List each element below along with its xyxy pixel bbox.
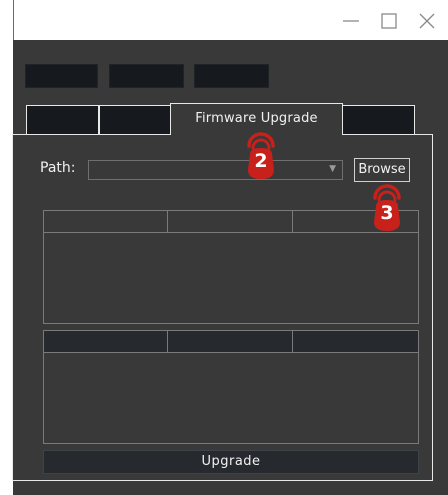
tab-2[interactable] bbox=[99, 105, 171, 135]
table-header bbox=[44, 331, 418, 353]
toolbar-button-2[interactable] bbox=[109, 64, 184, 88]
step-number: 2 bbox=[254, 150, 268, 172]
step-2-marker-icon: 2 bbox=[238, 128, 284, 182]
minimize-icon[interactable] bbox=[340, 10, 362, 32]
tab-4[interactable] bbox=[342, 105, 415, 135]
dropdown-arrow-icon: ▼ bbox=[329, 164, 336, 174]
path-select[interactable]: ▼ bbox=[88, 160, 343, 180]
table-header bbox=[44, 211, 418, 233]
tab-1[interactable] bbox=[26, 105, 99, 135]
firmware-table-2 bbox=[43, 330, 419, 444]
column-header-1[interactable] bbox=[44, 331, 168, 353]
close-icon[interactable] bbox=[416, 10, 438, 32]
column-header-2[interactable] bbox=[168, 211, 293, 233]
step-3-marker-icon: 3 bbox=[364, 180, 410, 234]
step-number: 3 bbox=[380, 202, 394, 224]
column-header-2[interactable] bbox=[168, 331, 293, 353]
maximize-icon[interactable] bbox=[378, 10, 400, 32]
toolbar-button-3[interactable] bbox=[194, 64, 269, 88]
firmware-table-1 bbox=[43, 210, 419, 324]
upgrade-button[interactable]: Upgrade bbox=[43, 450, 419, 474]
title-bar bbox=[13, 0, 448, 40]
path-label: Path: bbox=[40, 160, 76, 176]
column-header-3[interactable] bbox=[293, 331, 418, 353]
toolbar-button-1[interactable] bbox=[25, 64, 98, 88]
column-header-1[interactable] bbox=[44, 211, 168, 233]
browse-button[interactable]: Browse bbox=[354, 158, 410, 182]
